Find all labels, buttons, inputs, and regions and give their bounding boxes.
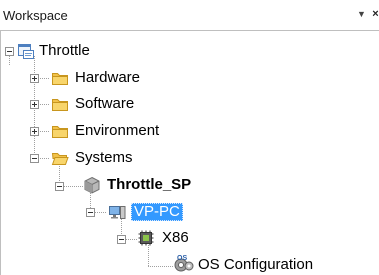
collapse-toggle-icon[interactable]: [117, 235, 126, 244]
tree-node-label[interactable]: Throttle_SP: [107, 176, 191, 194]
workspace-tree[interactable]: Throttle Hardware Software Environment S…: [0, 30, 379, 275]
os-config-icon: OS: [174, 255, 194, 272]
panel-title: Workspace: [3, 8, 68, 23]
pc-icon: [109, 206, 126, 219]
tree-connector: [148, 266, 173, 267]
tree-node-label[interactable]: X86: [162, 229, 189, 247]
collapse-toggle-icon[interactable]: [55, 182, 64, 191]
tree-node-label[interactable]: OS Configuration: [198, 256, 313, 274]
tree-connector: [9, 55, 10, 65]
tree-node-label[interactable]: Throttle: [39, 42, 90, 60]
tree-node-label[interactable]: VP-PC: [131, 203, 183, 221]
tree-node-label[interactable]: Systems: [75, 149, 133, 167]
expand-toggle-icon[interactable]: [30, 127, 39, 136]
panel-header: Workspace ▼ ×: [0, 0, 379, 30]
tree-node-label[interactable]: Hardware: [75, 69, 140, 87]
tree-connector: [148, 245, 149, 266]
folder-icon: [52, 126, 68, 138]
project-icon: [18, 44, 34, 59]
panel-dropdown-icon[interactable]: ▼: [356, 9, 367, 20]
folder-icon: [52, 99, 68, 111]
collapse-toggle-icon[interactable]: [30, 154, 39, 163]
expand-toggle-icon[interactable]: [30, 100, 39, 109]
collapse-toggle-icon[interactable]: [86, 208, 95, 217]
svg-text:OS: OS: [177, 255, 187, 262]
folder-open-icon: [51, 153, 69, 165]
system-cube-icon: [84, 176, 100, 194]
collapse-toggle-icon[interactable]: [5, 47, 14, 56]
panel-close-icon[interactable]: ×: [370, 9, 379, 20]
expand-toggle-icon[interactable]: [30, 74, 39, 83]
tree-node-label[interactable]: Environment: [75, 122, 159, 140]
folder-icon: [52, 73, 68, 85]
tree-node-label[interactable]: Software: [75, 95, 134, 113]
processor-icon: [138, 230, 154, 246]
